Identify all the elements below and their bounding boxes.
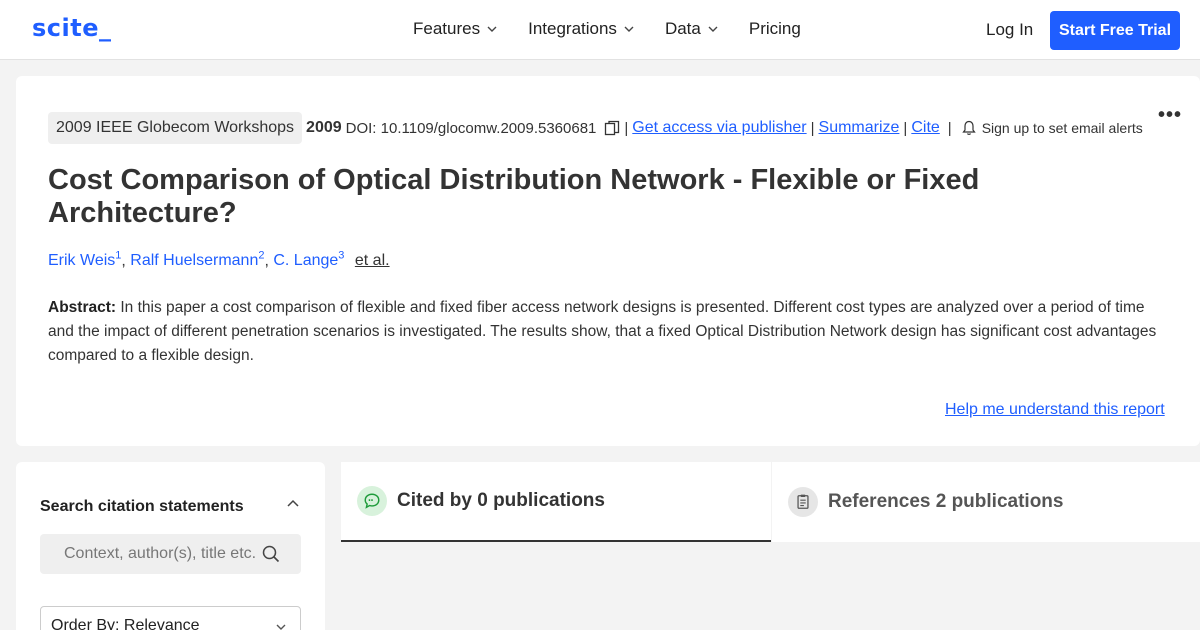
summarize-link[interactable]: Summarize [819,119,900,137]
chevron-down-icon [487,26,497,32]
separator: | [810,119,815,137]
author-affiliation: 3 [338,250,345,262]
help-understand-link[interactable]: Help me understand this report [945,401,1165,419]
publication-year: 2009 [306,119,342,136]
citation-search-box [40,534,301,574]
order-by-select[interactable]: Order By: Relevance [40,606,301,630]
author-link[interactable]: C. Lange3 [273,250,345,270]
author-name: Ralf Huelsermann [130,252,259,270]
chevron-down-icon [624,26,634,32]
abstract: Abstract: In this paper a cost compariso… [48,296,1158,368]
nav-pricing-label: Pricing [748,19,801,38]
bell-icon[interactable] [961,120,976,136]
paper-card: 2009 IEEE Globecom Workshops 2009 DOI: 1… [16,76,1200,446]
citation-tabs: Cited by 0 publications References 2 pub… [341,462,1200,542]
citation-search-panel: Search citation statements Order By: Rel… [16,462,325,630]
paper-meta-row: 2009 IEEE Globecom Workshops 2009 DOI: 1… [48,112,1143,144]
abstract-label: Abstract: [48,299,117,316]
venue-badge[interactable]: 2009 IEEE Globecom Workshops [48,112,303,144]
speech-bubble-icon [357,486,387,516]
cite-link[interactable]: Cite [911,119,939,137]
nav-features[interactable]: Features [413,19,498,39]
nav-integrations-label: Integrations [528,19,617,38]
nav-data[interactable]: Data [665,19,719,39]
start-free-trial-button[interactable]: Start Free Trial [1050,11,1180,50]
scite-logo[interactable]: scite_ [32,14,112,42]
tab-references[interactable]: References 2 publications [772,462,1200,542]
login-link[interactable]: Log In [986,20,1033,40]
email-alerts-link[interactable]: Sign up to set email alerts [982,120,1143,136]
more-options-button[interactable]: ••• [1158,104,1182,127]
et-al-link[interactable]: et al. [355,252,390,269]
main-nav: Features Integrations Data Pricing [413,19,831,39]
order-by-value: Order By: Relevance [51,617,200,630]
chevron-down-icon [276,624,286,630]
nav-integrations[interactable]: Integrations [528,19,635,39]
nav-features-label: Features [413,19,481,38]
chevron-up-icon[interactable] [286,498,300,508]
citation-search-input[interactable] [40,534,270,574]
citation-search-title: Search citation statements [40,498,244,515]
document-icon [788,487,818,517]
publisher-access-link[interactable]: Get access via publisher [632,119,806,137]
author-name: Erik Weis [48,252,116,270]
author-list: Erik Weis1, Ralf Huelsermann2, C. Lange3… [48,250,390,270]
separator: | [947,119,952,137]
search-icon[interactable] [262,545,280,563]
tab-cited-by[interactable]: Cited by 0 publications [341,462,771,542]
tab-references-label: References 2 publications [828,491,1064,512]
author-link[interactable]: Erik Weis1 [48,250,121,270]
top-navigation-bar: scite_ Features Integrations Data Pricin… [0,0,1200,60]
author-separator: , [121,252,131,270]
nav-pricing[interactable]: Pricing [749,19,801,39]
separator: | [903,119,908,137]
author-link[interactable]: Ralf Huelsermann2 [130,250,264,270]
chevron-down-icon [708,26,718,32]
copy-icon[interactable] [604,120,620,136]
paper-title: Cost Comparison of Optical Distribution … [48,164,980,229]
doi-text: DOI: 10.1109/glocomw.2009.5360681 [345,119,597,137]
separator: | [624,119,629,137]
tab-cited-by-label: Cited by 0 publications [397,490,605,511]
author-name: C. Lange [273,252,339,270]
abstract-text: In this paper a cost comparison of flexi… [48,299,1157,364]
nav-data-label: Data [664,19,701,38]
